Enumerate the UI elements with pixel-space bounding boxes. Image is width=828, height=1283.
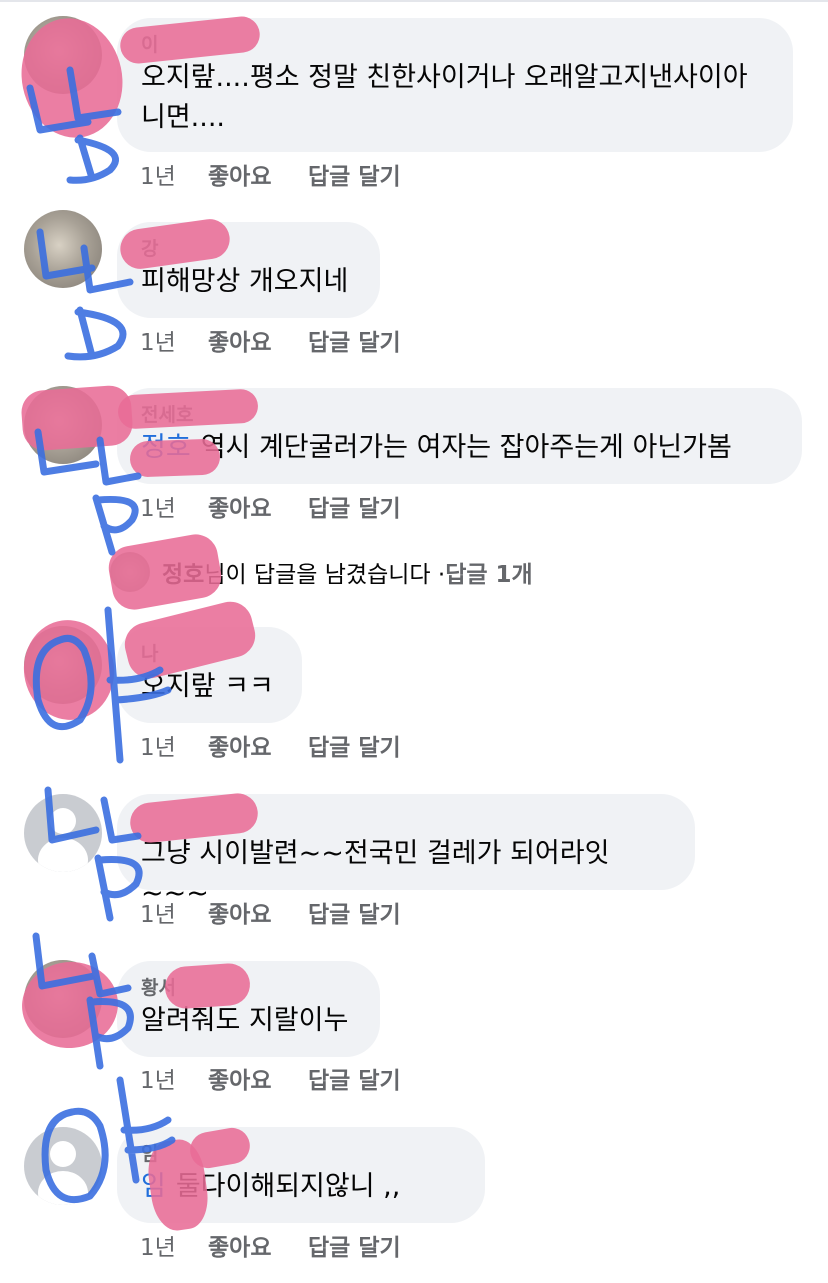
- comment-body: 둘다이해되지않니 ,,: [175, 1171, 401, 1202]
- comment-text: 정호역시 계단굴러가는 여자는 잡아주는게 아닌가봄: [141, 428, 776, 468]
- comment-actions: 1년 좋아요 답글 달기: [140, 328, 401, 358]
- comment-text: 오지랖....평소 정말 친한사이거나 오래알고지낸사이아 니면....: [141, 62, 748, 133]
- comment-time[interactable]: 1년: [140, 900, 208, 930]
- default-avatar-body: [38, 838, 88, 872]
- avatar[interactable]: [24, 210, 102, 288]
- comment-actions: 1년 좋아요 답글 달기: [140, 494, 401, 524]
- comment-time[interactable]: 1년: [140, 162, 208, 192]
- comment-actions: 1년 좋아요 답글 달기: [140, 162, 401, 192]
- comment-actions: 1년 좋아요 답글 달기: [140, 900, 401, 930]
- reply-button[interactable]: 답글 달기: [308, 733, 401, 763]
- reply-button[interactable]: 답글 달기: [308, 1233, 401, 1263]
- reply-count[interactable]: 답글 1개: [445, 555, 533, 589]
- comment-time[interactable]: 1년: [140, 1233, 208, 1263]
- like-button[interactable]: 좋아요: [208, 1066, 308, 1096]
- reply-button[interactable]: 답글 달기: [308, 494, 401, 524]
- scribble-stroke: [64, 306, 127, 361]
- like-button[interactable]: 좋아요: [208, 494, 308, 524]
- reply-button[interactable]: 답글 달기: [308, 328, 401, 358]
- comment-body: 역시 계단굴러가는 여자는 잡아주는게 아닌가봄: [200, 432, 732, 463]
- comment-actions: 1년 좋아요 답글 달기: [140, 1233, 401, 1263]
- default-avatar-head: [50, 1141, 76, 1167]
- comment-actions: 1년 좋아요 답글 달기: [140, 733, 401, 763]
- redaction-mark: [163, 962, 252, 1010]
- avatar[interactable]: [24, 794, 102, 872]
- default-avatar-body: [38, 1171, 88, 1205]
- reply-button[interactable]: 답글 달기: [308, 162, 401, 192]
- like-button[interactable]: 좋아요: [208, 733, 308, 763]
- comment-time[interactable]: 1년: [140, 494, 208, 524]
- comment-time[interactable]: 1년: [140, 1066, 208, 1096]
- scribble-stroke: [92, 494, 139, 556]
- default-avatar-head: [50, 808, 76, 834]
- like-button[interactable]: 좋아요: [208, 900, 308, 930]
- like-button[interactable]: 좋아요: [208, 162, 308, 192]
- comment-time[interactable]: 1년: [140, 328, 208, 358]
- comment-text: 알려줘도 지랄이누: [141, 1005, 349, 1036]
- comment-bubble: 황서 알려줘도 지랄이누: [117, 961, 380, 1057]
- redaction-mark: [10, 8, 134, 148]
- comment-text: 피해망상 개오지네: [141, 266, 349, 297]
- like-button[interactable]: 좋아요: [208, 1233, 308, 1263]
- comment-time[interactable]: 1년: [140, 733, 208, 763]
- reply-button[interactable]: 답글 달기: [308, 900, 401, 930]
- scribble-stroke: [66, 134, 119, 184]
- avatar[interactable]: [24, 1127, 102, 1205]
- redaction-mark: [105, 530, 225, 614]
- redaction-mark: [20, 384, 134, 452]
- comment-actions: 1년 좋아요 답글 달기: [140, 1066, 401, 1096]
- reply-button[interactable]: 답글 달기: [308, 1066, 401, 1096]
- reply-summary-text: 님이 답글을 남겼습니다 ·: [204, 562, 446, 588]
- top-divider: [0, 0, 828, 2]
- redaction-mark: [17, 614, 121, 726]
- like-button[interactable]: 좋아요: [208, 328, 308, 358]
- redaction-mark: [129, 438, 221, 478]
